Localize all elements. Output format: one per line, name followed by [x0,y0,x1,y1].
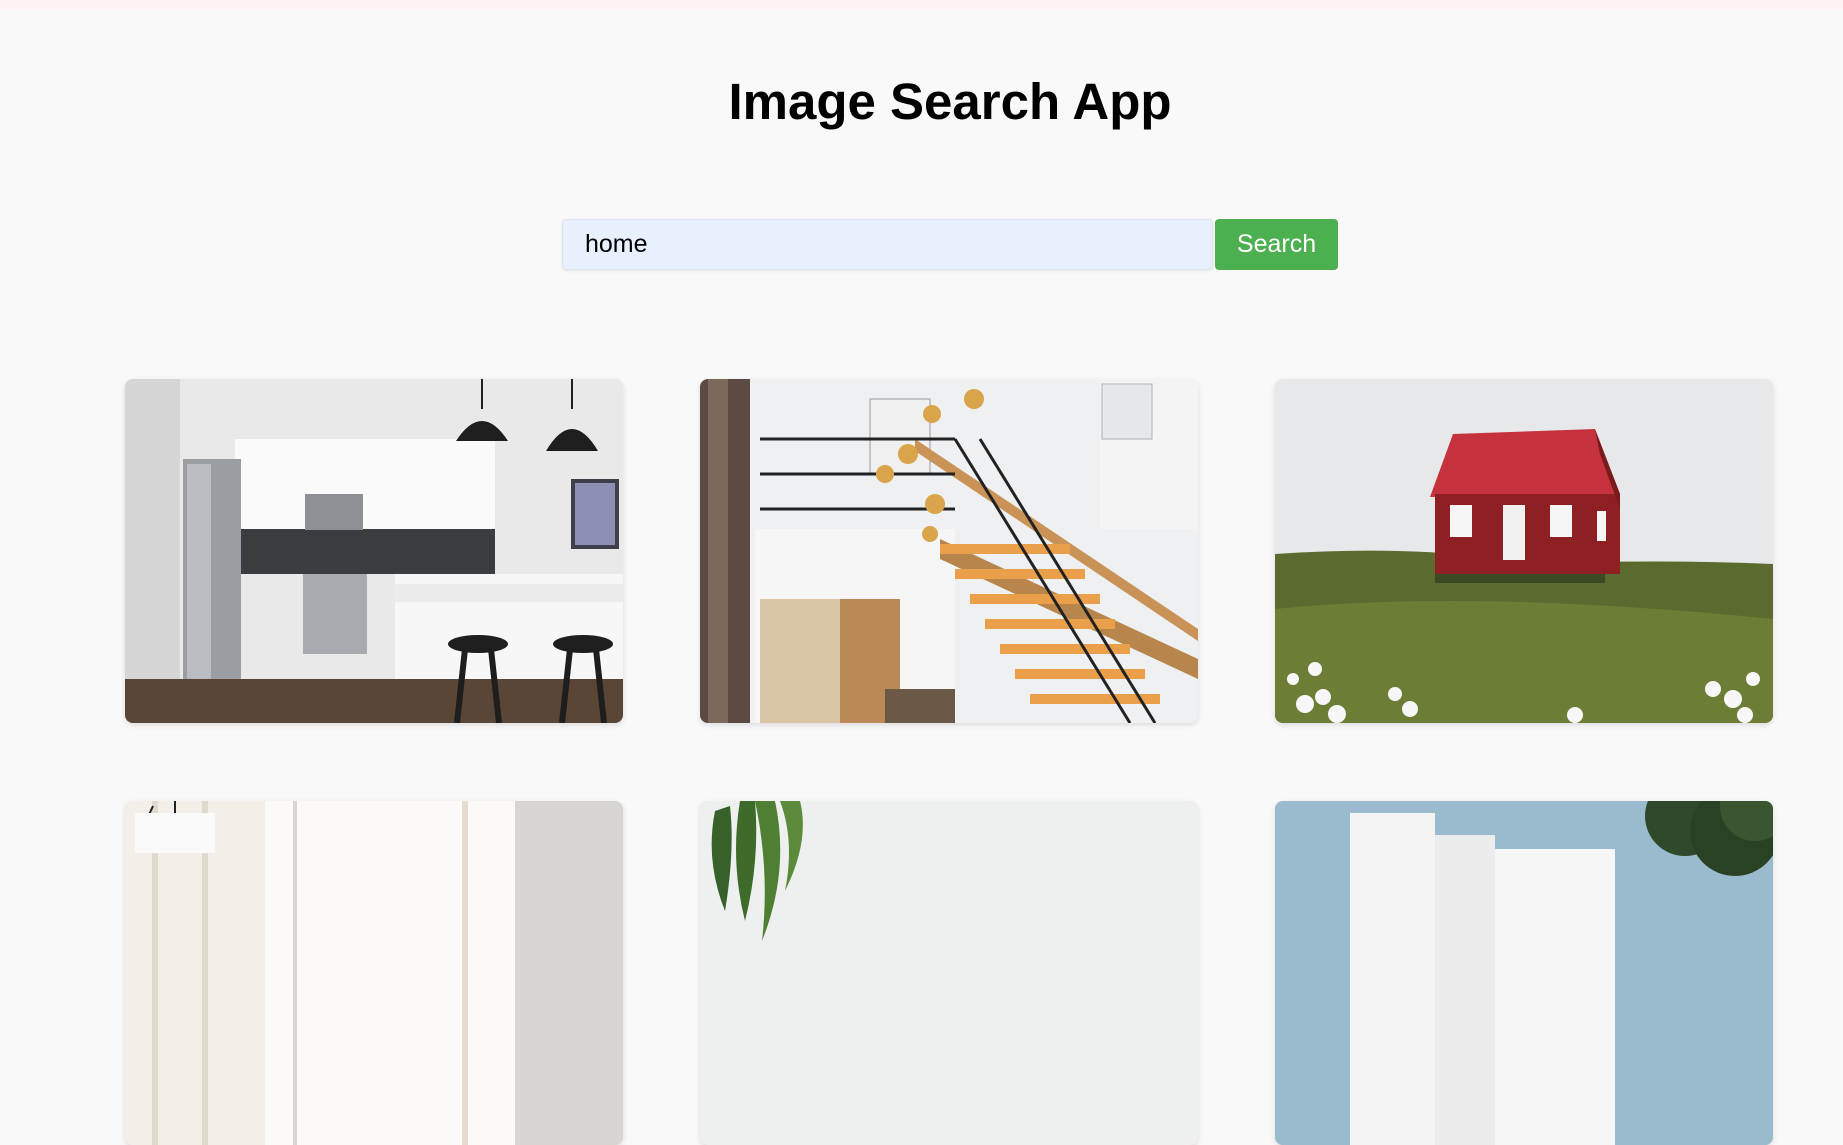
white-building-photo [1275,801,1773,1145]
plant-photo [700,801,1198,1145]
search-button[interactable]: Search [1215,219,1338,270]
red-house-photo [1275,379,1773,723]
result-image-card[interactable] [125,801,623,1145]
result-image-card[interactable] [700,379,1198,723]
result-image-card[interactable] [125,379,623,723]
staircase-photo [700,379,1198,723]
search-form: Search [562,219,1338,270]
result-image-card[interactable] [1275,801,1773,1145]
page-title: Image Search App [728,73,1172,130]
living-room-photo [125,801,623,1145]
search-input[interactable] [562,219,1213,270]
kitchen-photo [125,379,623,723]
top-accent-strip [0,0,1843,9]
result-image-card[interactable] [700,801,1198,1145]
result-image-card[interactable] [1275,379,1773,723]
